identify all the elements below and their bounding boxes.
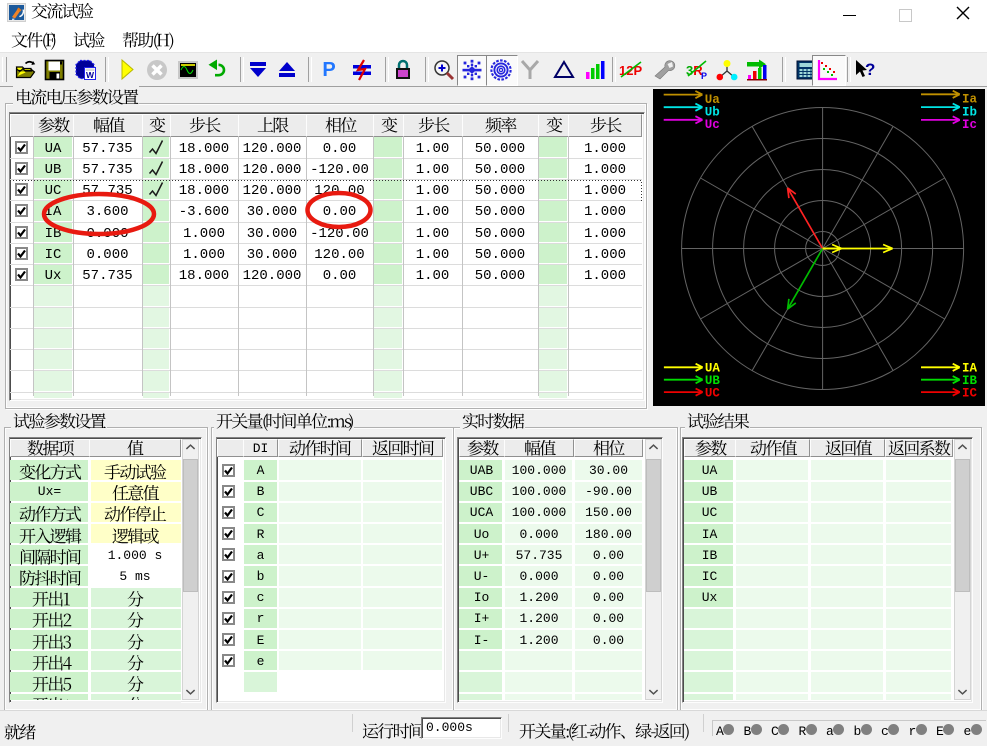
svg-text:Ic: Ic xyxy=(962,118,977,132)
svg-text:IC: IC xyxy=(962,387,978,401)
svg-text:W: W xyxy=(86,70,95,80)
svg-text:UC: UC xyxy=(705,387,721,401)
svg-text:P: P xyxy=(322,59,335,81)
svg-text:P: P xyxy=(701,71,707,81)
svg-text:?: ? xyxy=(865,60,875,79)
svg-text:Uc: Uc xyxy=(705,118,720,132)
